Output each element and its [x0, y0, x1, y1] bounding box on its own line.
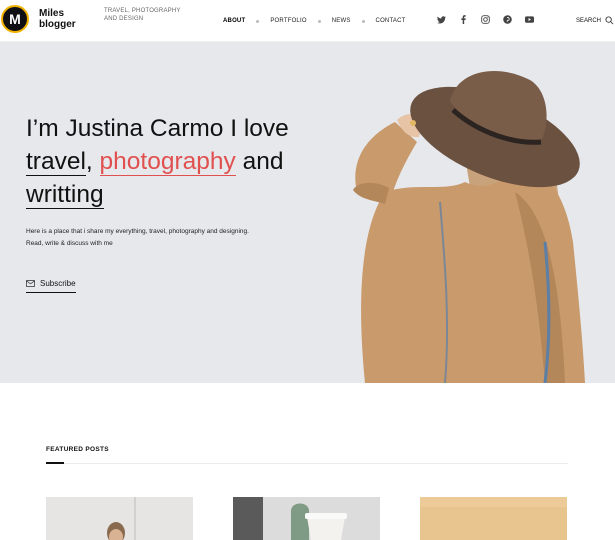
post-thumbnail — [420, 497, 567, 540]
nav-item-about[interactable]: ABOUT — [223, 18, 245, 24]
post-thumbnail — [46, 497, 193, 540]
hero-link-writting[interactable]: writting — [26, 181, 104, 209]
nav-separator — [361, 19, 365, 23]
main-nav: ABOUT PORTFOLIO NEWS CONTACT — [223, 18, 405, 24]
search-label: SEARCH — [576, 17, 602, 24]
site-name-line1: Miles — [39, 8, 65, 19]
subscribe-label: Subscribe — [40, 279, 76, 288]
featured-divider — [46, 463, 568, 464]
hero-title-and: and — [235, 148, 284, 175]
featured-posts-heading: FEATURED POSTS — [46, 446, 109, 453]
search-button[interactable]: SEARCH — [576, 16, 614, 25]
site-name-line2: blogger — [39, 19, 76, 30]
logo-badge[interactable]: M — [1, 5, 29, 33]
hero-link-travel[interactable]: travel — [26, 148, 86, 176]
hero-link-photography[interactable]: photography — [99, 148, 236, 176]
instagram-icon[interactable] — [481, 15, 490, 24]
twitter-icon[interactable] — [437, 15, 446, 24]
featured-post-card[interactable] — [46, 497, 193, 540]
facebook-icon[interactable] — [459, 15, 468, 24]
hero-title: I’m Justina Carmo I love travel, photogr… — [26, 112, 356, 211]
nav-item-portfolio[interactable]: PORTFOLIO — [270, 18, 306, 24]
nav-separator — [317, 19, 321, 23]
hero-description: Here is a place that i share my everythi… — [26, 228, 249, 247]
nav-separator — [256, 19, 260, 23]
featured-post-card[interactable] — [233, 497, 380, 540]
pinterest-icon[interactable] — [503, 15, 512, 24]
site-tagline: TRAVEL, PHOTOGRAPHY AND DESIGN — [104, 8, 181, 22]
hero-section: I’m Justina Carmo I love travel, photogr… — [0, 42, 615, 383]
social-links — [437, 15, 534, 24]
nav-item-contact[interactable]: CONTACT — [376, 18, 406, 24]
mail-icon — [26, 280, 35, 287]
featured-post-card[interactable] — [420, 497, 567, 540]
featured-accent-bar — [46, 462, 64, 464]
hero-photo — [353, 71, 585, 383]
hero-title-comma: , — [85, 148, 100, 175]
subscribe-button[interactable]: Subscribe — [26, 279, 76, 293]
site-header: M Miles blogger TRAVEL, PHOTOGRAPHY AND … — [0, 0, 615, 42]
site-name[interactable]: Miles blogger — [39, 8, 89, 30]
logo-letter: M — [9, 11, 21, 27]
nav-item-news[interactable]: NEWS — [332, 18, 351, 24]
search-icon — [605, 16, 614, 25]
youtube-icon[interactable] — [525, 15, 534, 24]
post-thumbnail — [233, 497, 380, 540]
hero-title-prefix: I’m Justina Carmo I love — [26, 115, 289, 142]
